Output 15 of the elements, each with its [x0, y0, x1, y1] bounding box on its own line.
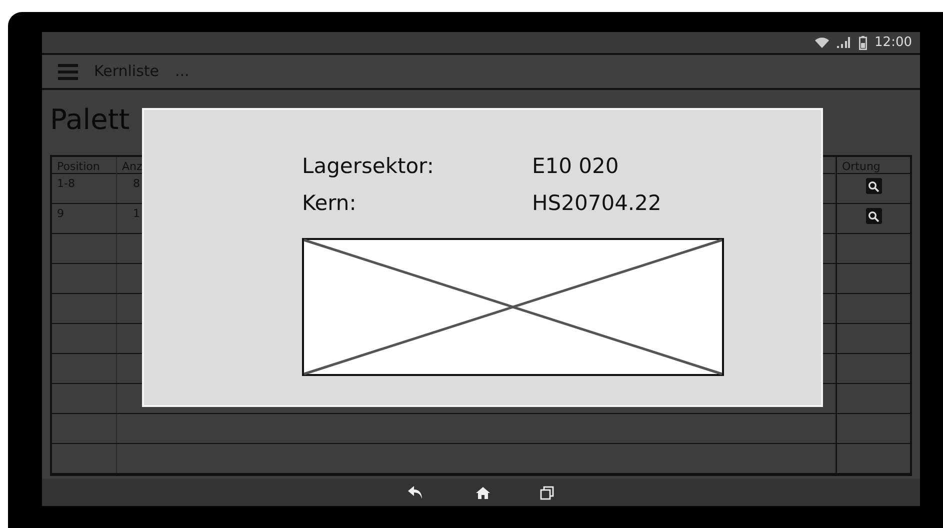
battery-icon: [858, 36, 867, 50]
back-icon[interactable]: [408, 486, 424, 499]
clock-time: 12:00: [874, 34, 912, 52]
menu-icon: [58, 64, 78, 80]
search-button[interactable]: [866, 178, 882, 194]
home-icon[interactable]: [476, 486, 490, 498]
signal-icon: [836, 37, 851, 48]
search-button[interactable]: [866, 208, 882, 224]
field-label: Kern:: [302, 190, 358, 217]
field-value: HS20704.22: [532, 190, 662, 217]
wifi-icon: [814, 37, 829, 48]
search-icon: [868, 180, 879, 192]
search-icon: [868, 210, 879, 222]
overflow-menu[interactable]: ...: [175, 60, 190, 83]
recent-apps-icon[interactable]: [540, 486, 554, 500]
